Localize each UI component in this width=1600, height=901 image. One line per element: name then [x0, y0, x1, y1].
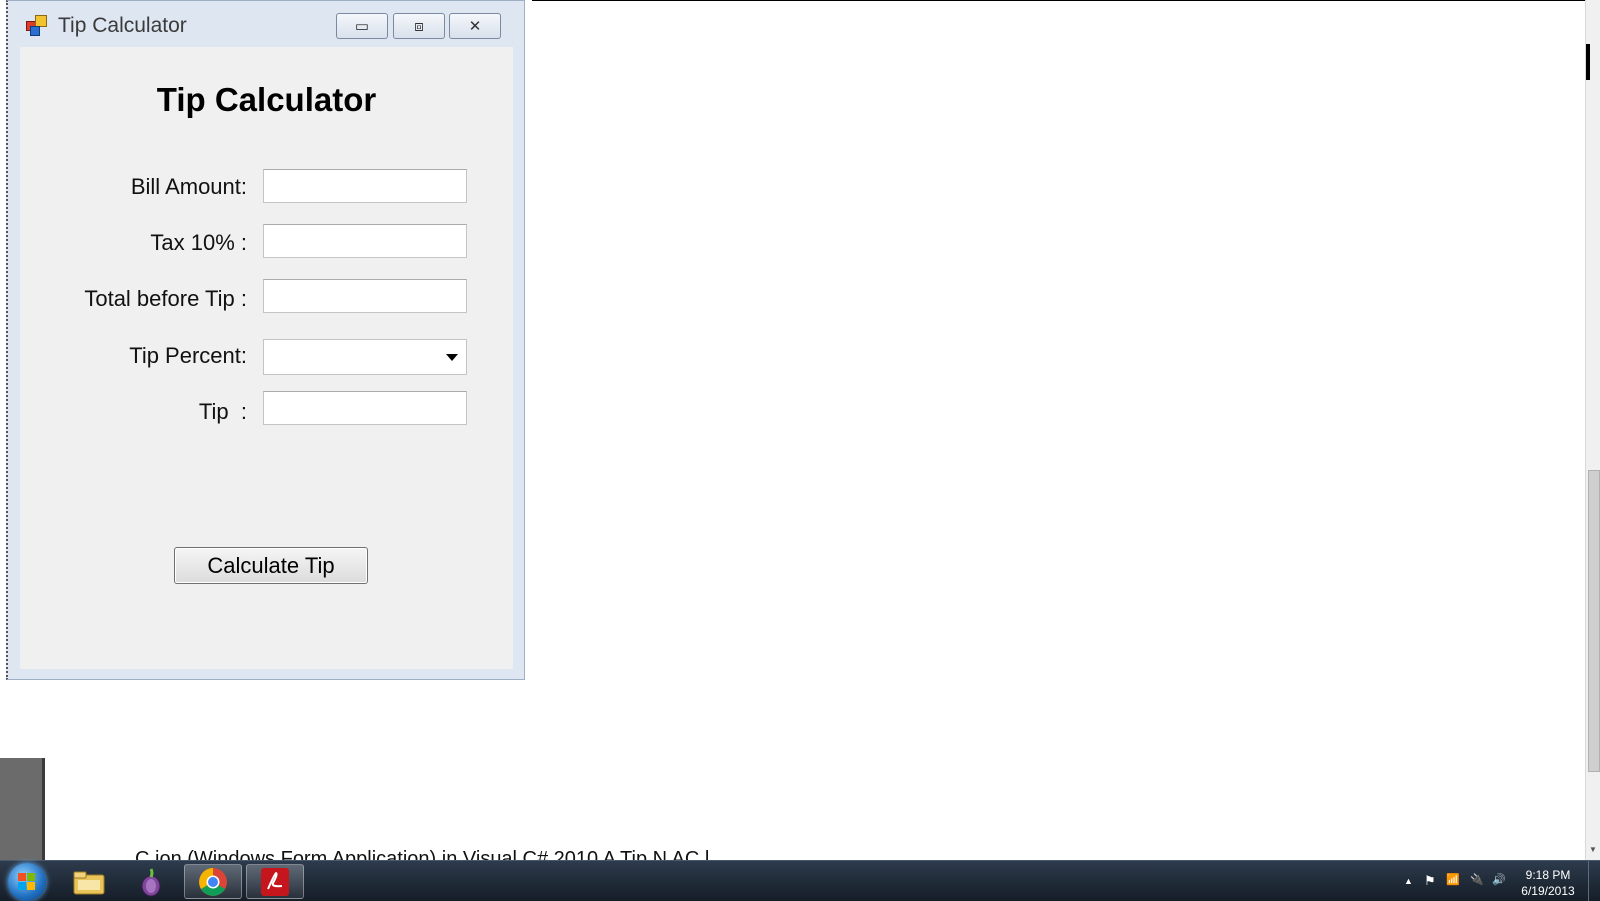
- taskbar-file-explorer[interactable]: [60, 864, 118, 899]
- close-button[interactable]: ✕: [449, 13, 501, 39]
- minimize-icon: ▭: [354, 18, 370, 35]
- taskbar-acrobat[interactable]: [246, 864, 304, 899]
- tip-calculator-window: Tip Calculator ▭ ⧈ ✕ Tip Calculator Bill…: [6, 0, 525, 680]
- tip-percent-dropdown[interactable]: [263, 339, 467, 375]
- dropdown-arrow-icon[interactable]: [446, 354, 458, 361]
- form-client-area: Tip Calculator Bill Amount: Tax 10% : To…: [20, 47, 513, 669]
- show-hidden-icons-icon[interactable]: ▲: [1404, 876, 1413, 886]
- scroll-down-arrow-icon[interactable]: ▼: [1589, 845, 1597, 854]
- tax-label: Tax 10% :: [150, 230, 247, 255]
- tax-input[interactable]: [263, 224, 467, 258]
- title-bar[interactable]: Tip Calculator ▭ ⧈ ✕: [8, 1, 524, 49]
- folder-icon: [73, 871, 105, 894]
- taskbar: ▲ ⚑ 📶 🔌 🔊 9:18 PM 6/19/2013: [0, 860, 1600, 901]
- form-heading: Tip Calculator: [156, 81, 377, 118]
- power-icon[interactable]: 🔌: [1470, 873, 1484, 886]
- minimize-button[interactable]: ▭: [336, 13, 388, 39]
- total-before-tip-label: Total before Tip :: [84, 286, 247, 311]
- start-button[interactable]: [8, 863, 46, 901]
- background-vertical-scrollbar[interactable]: ▼: [1585, 0, 1600, 860]
- show-desktop-button[interactable]: [1588, 861, 1600, 901]
- volume-icon[interactable]: 🔊: [1492, 873, 1506, 886]
- close-icon: ✕: [468, 18, 482, 35]
- taskbar-tor-browser[interactable]: [122, 864, 180, 899]
- scroll-marker: [1586, 44, 1590, 80]
- network-icon[interactable]: 📶: [1446, 873, 1460, 886]
- bill-amount-input[interactable]: [263, 169, 467, 203]
- taskbar-chrome[interactable]: [184, 864, 242, 899]
- tip-label: Tip :: [198, 399, 247, 424]
- windows-logo-icon: [18, 873, 36, 891]
- scroll-thumb[interactable]: [1588, 470, 1600, 772]
- bill-amount-label: Bill Amount:: [130, 174, 247, 199]
- tip-percent-label: Tip Percent:: [129, 343, 247, 368]
- onion-icon: [141, 867, 161, 896]
- maximize-icon: ⧈: [414, 17, 424, 35]
- system-clock[interactable]: 9:18 PM 6/19/2013: [1512, 867, 1584, 899]
- action-center-icon[interactable]: ⚑: [1424, 873, 1436, 889]
- clock-time: 9:18 PM: [1525, 868, 1571, 882]
- background-border: [532, 0, 1588, 1]
- background-panel: [0, 758, 45, 860]
- total-before-tip-input[interactable]: [263, 279, 467, 313]
- acrobat-icon: [261, 867, 289, 896]
- clock-date: 6/19/2013: [1521, 884, 1575, 898]
- calculate-tip-button[interactable]: Calculate Tip: [174, 547, 368, 584]
- maximize-button[interactable]: ⧈: [393, 13, 445, 39]
- tip-input[interactable]: [263, 391, 467, 425]
- chrome-icon: [199, 867, 227, 896]
- window-title: Tip Calculator: [58, 14, 187, 37]
- app-icon: [26, 15, 48, 36]
